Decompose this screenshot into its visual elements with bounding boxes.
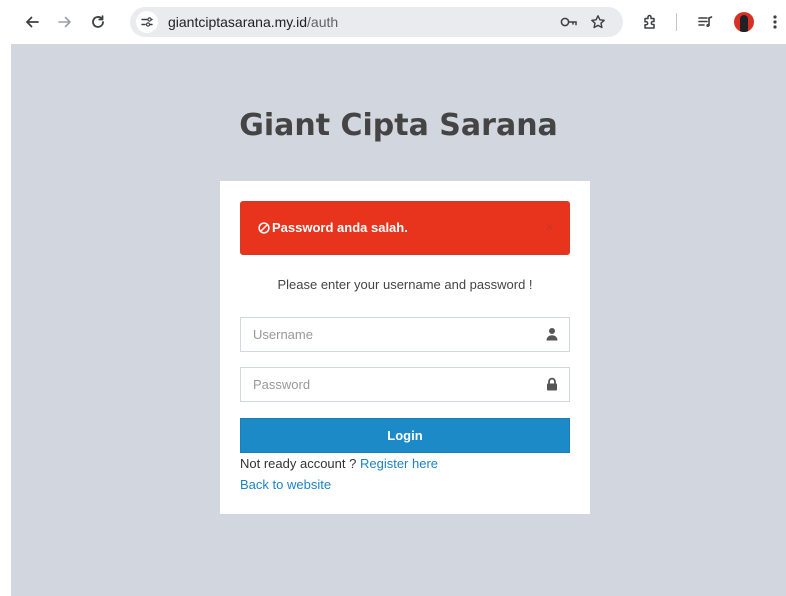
media-control-icon[interactable]: [695, 0, 715, 44]
back-arrow-icon[interactable]: [22, 0, 42, 44]
page-title: Giant Cipta Sarana: [239, 108, 558, 143]
register-prefix: Not ready account ?: [240, 456, 360, 471]
username-field: [240, 317, 570, 352]
bookmark-star-icon[interactable]: [587, 7, 609, 37]
alert-message: Password anda salah.: [272, 220, 408, 235]
browser-toolbar: giantciptasarana.my.id/auth: [0, 0, 786, 44]
password-field: [240, 367, 570, 402]
back-to-website-link[interactable]: Back to website: [240, 477, 331, 492]
login-box-message: Please enter your username and password …: [277, 277, 533, 292]
forward-arrow-icon[interactable]: [55, 0, 75, 44]
lock-icon: [547, 377, 557, 391]
url-text[interactable]: giantciptasarana.my.id/auth: [168, 7, 338, 37]
password-key-icon[interactable]: [558, 7, 580, 37]
login-button[interactable]: Login: [240, 418, 570, 453]
site-info-icon[interactable]: [136, 11, 158, 33]
url-path: /auth: [307, 14, 339, 30]
register-line: Not ready account ? Register here: [240, 456, 438, 471]
username-input[interactable]: [241, 318, 531, 351]
toolbar-divider: [676, 13, 677, 31]
avatar-figure: [740, 15, 748, 32]
profile-avatar[interactable]: [734, 12, 754, 32]
password-input[interactable]: [241, 368, 531, 401]
more-menu-icon[interactable]: [768, 0, 782, 44]
user-icon: [546, 328, 558, 341]
reload-icon[interactable]: [88, 0, 108, 44]
error-alert: Password anda salah. ×: [240, 201, 570, 255]
ban-icon: [258, 222, 270, 234]
address-bar[interactable]: giantciptasarana.my.id/auth: [130, 7, 623, 37]
register-link[interactable]: Register here: [360, 456, 438, 471]
login-box: Password anda salah. × Please enter your…: [220, 181, 590, 514]
extensions-icon[interactable]: [640, 0, 660, 44]
url-host: giantciptasarana.my.id: [168, 14, 308, 30]
alert-close-button[interactable]: ×: [545, 202, 554, 254]
login-page: Giant Cipta Sarana Password anda salah. …: [11, 44, 786, 596]
